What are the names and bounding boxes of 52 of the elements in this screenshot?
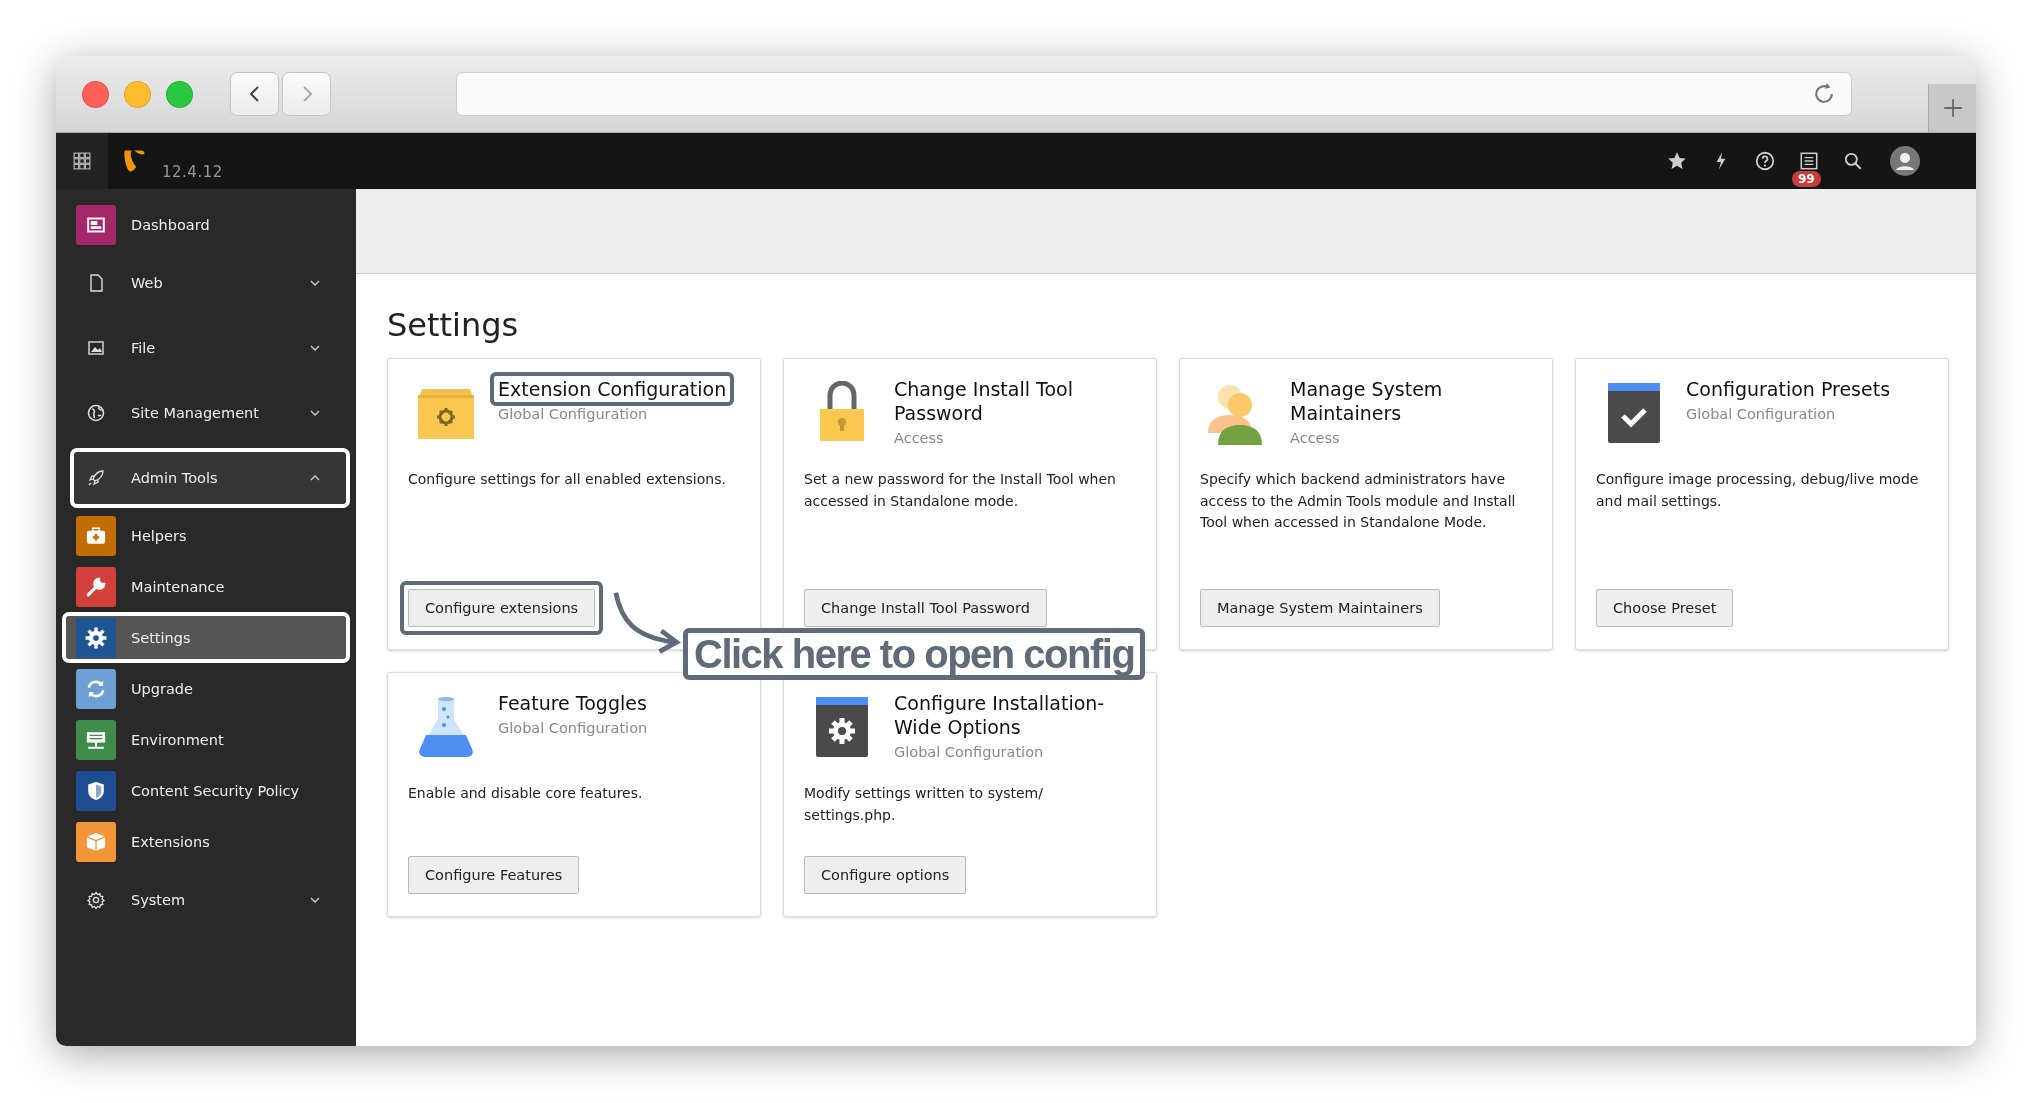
card-button[interactable]: Configure extensions xyxy=(408,589,596,627)
card-description: Configure image processing, debug/live mode and mail settings. xyxy=(1596,470,1920,511)
card-button[interactable]: Configure options xyxy=(804,856,967,894)
card-subtitle: Access xyxy=(894,430,944,447)
avatar-icon[interactable] xyxy=(1890,146,1920,176)
sidebar-item[interactable]: Maintenance xyxy=(62,561,350,612)
card-subtitle: Global Configuration xyxy=(498,406,648,423)
close-button[interactable] xyxy=(82,80,109,108)
sidebar-group[interactable]: File xyxy=(70,315,350,380)
sidebar-group[interactable]: Web xyxy=(70,250,350,315)
app-grid-icon[interactable] xyxy=(73,152,91,170)
card-description: Set a new password for the Install Tool when accessed in Standalone mode. xyxy=(804,470,1117,511)
sidebar-item[interactable]: Helpers xyxy=(62,510,350,561)
new-tab-button[interactable] xyxy=(1928,84,1976,132)
card-description: Modify settings written to system/ settings.php. xyxy=(804,784,1044,825)
card-button[interactable]: Configure Features xyxy=(408,856,580,894)
sidebar-item[interactable]: Upgrade xyxy=(62,663,350,714)
settings-icon xyxy=(86,889,106,910)
card-subtitle: Access xyxy=(1290,430,1340,447)
card-subtitle: Global Configuration xyxy=(894,744,1044,761)
sidebar-group[interactable]: Site Management xyxy=(70,380,350,445)
sidebar-item[interactable]: Environment xyxy=(62,714,350,765)
card-description: Configure settings for all enabled extensions. xyxy=(408,470,727,489)
card-title: Manage System Maintainers xyxy=(1289,377,1444,427)
sidebar-item[interactable]: Content Security Policy xyxy=(62,765,350,816)
sidebar-item[interactable]: Dashboard xyxy=(62,199,350,250)
sidebar-item[interactable]: Settings xyxy=(62,612,350,663)
card-button[interactable]: Manage System Maintainers xyxy=(1200,589,1440,627)
globe-icon xyxy=(86,402,106,423)
card-button[interactable]: Choose Preset xyxy=(1596,589,1734,627)
card-description: Enable and disable core features. xyxy=(408,784,644,803)
card-subtitle: Global Configuration xyxy=(498,720,648,737)
help-icon[interactable] xyxy=(1754,150,1776,172)
card-subtitle: Global Configuration xyxy=(1686,406,1836,423)
search-icon[interactable] xyxy=(1842,150,1864,172)
sidebar-group[interactable]: Admin Tools xyxy=(70,448,350,508)
card-description: Specify which backend administrators have access to the Admin Tools module and Install Tool when accessed in Standalone Mode. xyxy=(1200,470,1517,533)
callout-label: Click here to open config xyxy=(683,628,1146,680)
card-title: Extension Configuration xyxy=(490,372,735,407)
plus-icon xyxy=(1941,97,1964,119)
version-label: 12.4.12 xyxy=(162,163,223,181)
sidebar-item[interactable]: Extensions xyxy=(62,816,350,867)
list-icon[interactable] xyxy=(1798,150,1820,172)
card-title: Configure Installation-Wide Options xyxy=(893,691,1106,741)
rocket-icon xyxy=(86,468,106,488)
card-title: Feature Toggles xyxy=(497,691,648,716)
notification-count: 99 xyxy=(1792,171,1821,187)
sidebar-group[interactable]: System xyxy=(70,867,350,932)
card-title: Change Install Tool Password xyxy=(893,377,1074,427)
page-title: Settings xyxy=(387,306,520,344)
card-button[interactable]: Change Install Tool Password xyxy=(804,589,1047,627)
card-title: Configuration Presets xyxy=(1685,377,1892,402)
